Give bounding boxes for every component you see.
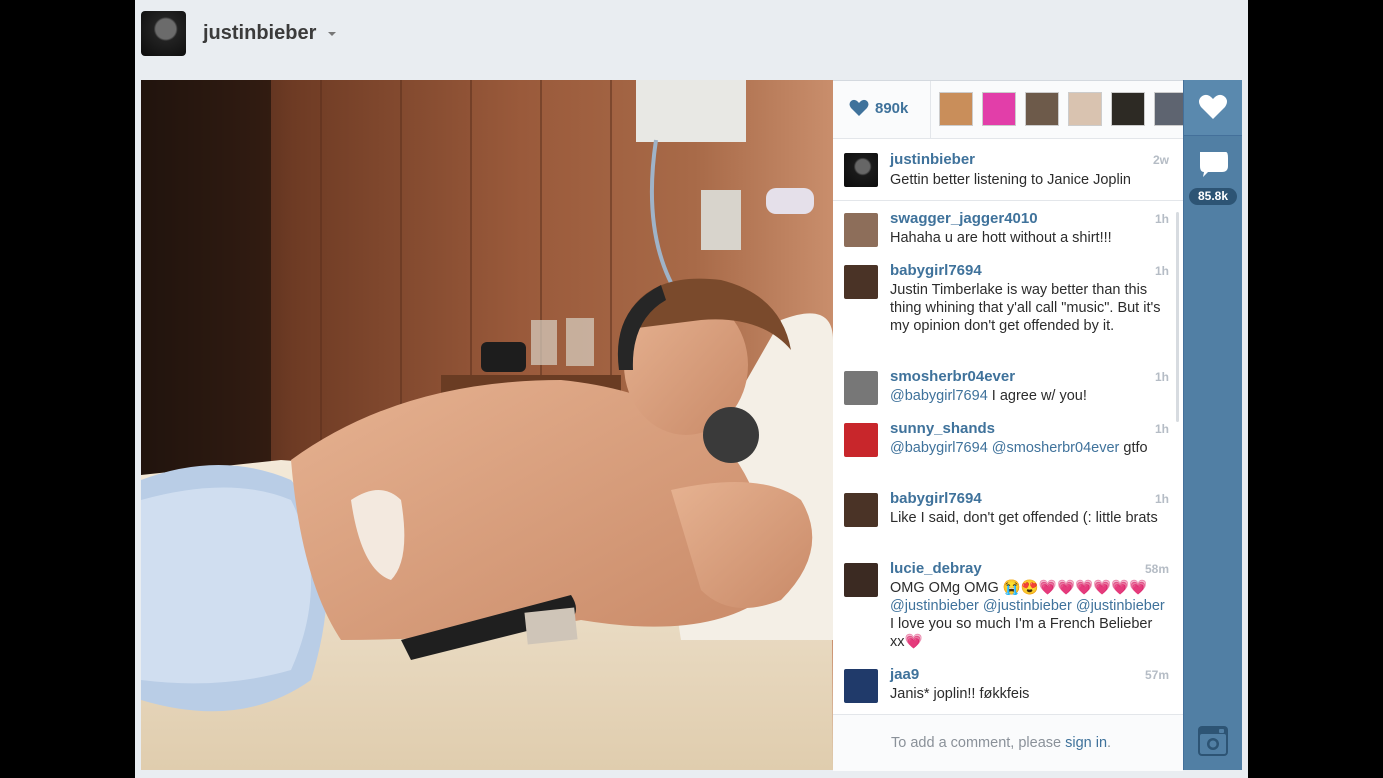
comment-text: @babygirl7694 I agree w/ you! bbox=[890, 387, 1165, 405]
avatar[interactable] bbox=[844, 213, 878, 247]
comment-text-part: gtfo bbox=[1119, 440, 1148, 456]
liker-avatar[interactable] bbox=[1025, 92, 1059, 126]
comment-time: 1h bbox=[1154, 370, 1169, 384]
post-photo bbox=[141, 80, 833, 770]
avatar[interactable] bbox=[844, 669, 878, 703]
comment-username[interactable]: babygirl7694 bbox=[890, 262, 982, 279]
mention-link[interactable]: @smosherbr04ever bbox=[992, 440, 1120, 456]
liker-avatar[interactable] bbox=[939, 92, 973, 126]
instagram-camera-icon[interactable] bbox=[1197, 725, 1229, 757]
comment-text: @babygirl7694 @smosherbr04ever gtfo bbox=[890, 439, 1165, 457]
comment-username[interactable]: babygirl7694 bbox=[890, 490, 982, 507]
likers-strip bbox=[930, 81, 1183, 138]
comment-text-part: Hahaha u are hott without a shirt!!! bbox=[890, 230, 1112, 246]
mention-link[interactable]: @justinbieber bbox=[983, 598, 1072, 614]
comment-time: 57m bbox=[1144, 668, 1169, 682]
comment-text-part: OMG OMg OMG bbox=[890, 580, 1003, 596]
mention-link[interactable]: @babygirl7694 bbox=[890, 440, 988, 456]
profile-avatar[interactable] bbox=[141, 11, 186, 56]
avatar[interactable] bbox=[844, 371, 878, 405]
likes-count-text: 890k bbox=[875, 99, 909, 117]
liker-avatar[interactable] bbox=[982, 92, 1016, 126]
comments-scrollbar[interactable] bbox=[1176, 212, 1179, 422]
liker-avatar[interactable] bbox=[1154, 92, 1183, 126]
likes-bar: 890k bbox=[833, 81, 1183, 139]
comment-text: Hahaha u are hott without a shirt!!! bbox=[890, 229, 1165, 247]
photo-illustration bbox=[141, 80, 833, 770]
action-rail: 85.8k bbox=[1183, 80, 1242, 770]
signin-prompt: To add a comment, please sign in. bbox=[891, 735, 1111, 751]
avatar[interactable] bbox=[844, 493, 878, 527]
mention-link[interactable]: @justinbieber bbox=[890, 598, 979, 614]
signin-prefix: To add a comment, please bbox=[891, 735, 1066, 751]
comment-text-part: Like I said, don't get offended (: littl… bbox=[890, 510, 1158, 526]
page: justinbieber 890k justinbieber 2w Gettin… bbox=[135, 0, 1248, 778]
rail-like-button[interactable] bbox=[1184, 80, 1242, 136]
caption-username[interactable]: justinbieber bbox=[890, 151, 975, 168]
like-button[interactable]: 890k bbox=[849, 99, 908, 117]
comment-text: Justin Timberlake is way better than thi… bbox=[890, 281, 1165, 335]
comment-text: OMG OMg OMG 😭😍💗💗💗💗💗💗 @justinbieber @just… bbox=[890, 579, 1165, 651]
avatar[interactable] bbox=[844, 423, 878, 457]
comment-username[interactable]: sunny_shands bbox=[890, 420, 995, 437]
comment-time: 1h bbox=[1154, 212, 1169, 226]
comment-text: Like I said, don't get offended (: littl… bbox=[890, 509, 1165, 527]
comment-bubble-icon[interactable] bbox=[1184, 148, 1242, 180]
comment-username[interactable]: smosherbr04ever bbox=[890, 368, 1015, 385]
caption-text: Gettin better listening to Janice Joplin bbox=[890, 172, 1131, 188]
heart-icon bbox=[1199, 94, 1227, 119]
comment-text: Janis* joplin!! føkkfeis bbox=[890, 685, 1165, 703]
mention-link[interactable]: @justinbieber bbox=[1076, 598, 1165, 614]
comment-text-part: Janis* joplin!! føkkfeis bbox=[890, 686, 1030, 702]
heart-icon bbox=[849, 99, 869, 116]
liker-avatar[interactable] bbox=[1068, 92, 1102, 126]
add-comment-bar: To add a comment, please sign in. bbox=[833, 714, 1183, 771]
comment-username[interactable]: lucie_debray bbox=[890, 560, 982, 577]
comment-username[interactable]: jaa9 bbox=[890, 666, 919, 683]
comment-text-part: I love you so much I'm a French Belieber… bbox=[890, 616, 1153, 650]
liker-avatar[interactable] bbox=[1111, 92, 1145, 126]
post-side-panel: 890k justinbieber 2w Gettin better liste… bbox=[833, 80, 1183, 771]
avatar[interactable] bbox=[844, 563, 878, 597]
comments-count-badge: 85.8k bbox=[1189, 188, 1237, 205]
comment-text-part: Justin Timberlake is way better than thi… bbox=[890, 282, 1161, 334]
comment-text-part: I agree w/ you! bbox=[987, 388, 1087, 404]
comment-time: 1h bbox=[1154, 492, 1169, 506]
mention-link[interactable]: @babygirl7694 bbox=[890, 388, 988, 404]
comment-time: 1h bbox=[1154, 422, 1169, 436]
comment-text-part: 😭😍💗💗💗💗💗💗 bbox=[1002, 580, 1148, 596]
comment-time: 1h bbox=[1154, 264, 1169, 278]
caption-time: 2w bbox=[1152, 153, 1169, 167]
post-caption: justinbieber 2w Gettin better listening … bbox=[833, 139, 1183, 201]
profile-username[interactable]: justinbieber bbox=[203, 22, 316, 45]
signin-suffix: . bbox=[1107, 735, 1112, 751]
comment-username[interactable]: swagger_jagger4010 bbox=[890, 210, 1038, 227]
sign-in-link[interactable]: sign in bbox=[1065, 735, 1107, 751]
chevron-down-icon[interactable] bbox=[328, 32, 336, 36]
avatar[interactable] bbox=[844, 153, 878, 187]
top-bar: justinbieber bbox=[135, 0, 1248, 70]
comments-list[interactable]: swagger_jagger4010 1h Hahaha u are hott wi… bbox=[833, 202, 1183, 714]
comment-time: 58m bbox=[1144, 562, 1169, 576]
avatar[interactable] bbox=[844, 265, 878, 299]
